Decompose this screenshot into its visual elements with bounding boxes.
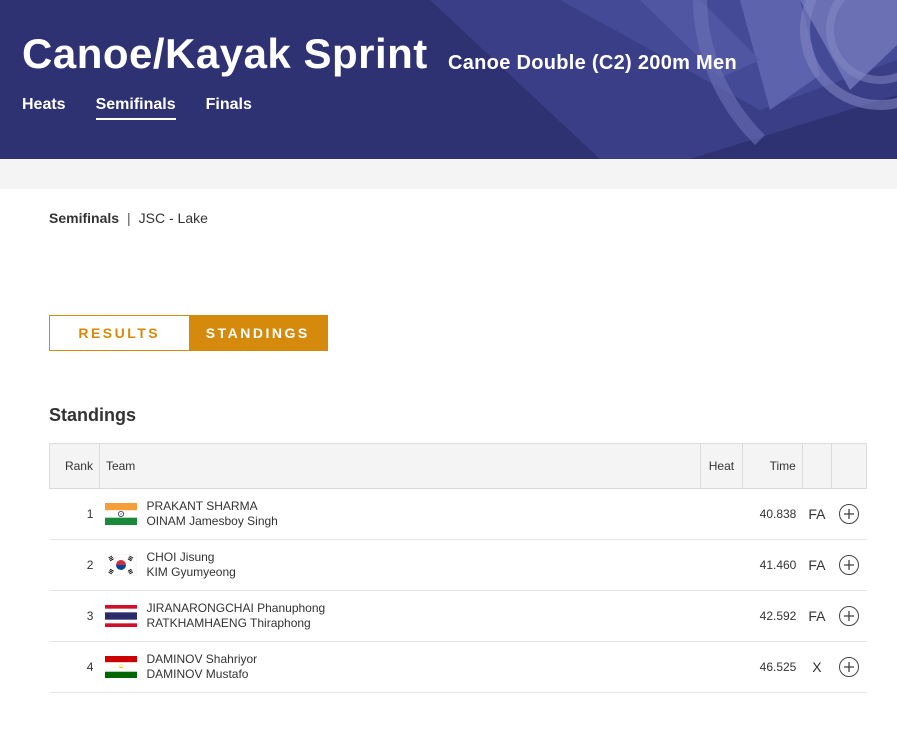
expand-row-button[interactable] <box>838 555 859 575</box>
team-cell: JIRANARONGCHAI Phanuphong RATKHAMHAENG T… <box>99 590 701 642</box>
standings-heading: Standings <box>49 405 137 425</box>
tab-finals[interactable]: Finals <box>206 96 252 120</box>
qualification-cell: FA <box>802 488 832 540</box>
sport-title: Canoe/Kayak Sprint <box>22 30 428 77</box>
expand-column-header <box>830 443 868 489</box>
qualification-cell: FA <box>802 590 832 642</box>
breadcrumb-separator: | <box>127 210 131 226</box>
breadcrumb: Semifinals | JSC - Lake <box>49 210 208 226</box>
time-cell: 41.460 <box>742 539 803 591</box>
header-decoration <box>430 0 897 159</box>
team-cell: DAMINOV Shahriyor DAMINOV Mustafo <box>99 641 701 693</box>
athlete-name: PRAKANT SHARMA <box>146 499 258 513</box>
event-header: Canoe/Kayak Sprint Canoe Double (C2) 200… <box>0 0 897 159</box>
breadcrumb-venue: JSC - Lake <box>138 210 208 226</box>
time-column-header: Time <box>741 443 803 489</box>
expand-cell <box>831 488 867 540</box>
results-standings-toggle: RESULTS STANDINGS <box>49 315 328 351</box>
heat-cell <box>700 590 743 642</box>
team-cell: CHOI Jisung KIM Gyumyeong <box>99 539 701 591</box>
plus-icon <box>843 560 854 570</box>
team-column-header: Team <box>98 443 701 489</box>
standings-table: Rank Team Heat Time 1 PRAKANT SHARMA OIN… <box>49 443 868 693</box>
team-cell: PRAKANT SHARMA OINAM Jamesboy Singh <box>99 488 701 540</box>
expand-cell <box>831 590 867 642</box>
athlete-name: OINAM Jamesboy Singh <box>146 514 278 528</box>
expand-row-button[interactable] <box>838 504 859 524</box>
rank-cell: 4 <box>49 641 100 693</box>
heat-cell <box>700 539 743 591</box>
breadcrumb-phase: Semifinals <box>49 210 120 226</box>
athlete-name: DAMINOV Shahriyor <box>146 652 258 666</box>
rank-cell: 3 <box>49 590 100 642</box>
athlete-name: DAMINOV Mustafo <box>146 667 249 681</box>
tab-semifinals[interactable]: Semifinals <box>95 96 176 120</box>
athlete-name: JIRANARONGCHAI Phanuphong <box>146 601 326 615</box>
table-row: 4 DAMINOV Shahriyor DAMINOV Mustafo 46.5… <box>49 641 867 693</box>
tab-heats[interactable]: Heats <box>22 96 66 120</box>
qualification-cell: X <box>802 641 832 693</box>
plus-icon <box>843 509 854 519</box>
time-cell: 46.525 <box>742 641 803 693</box>
rank-cell: 2 <box>49 539 100 591</box>
expand-row-button[interactable] <box>838 606 859 626</box>
table-header-row: Rank Team Heat Time <box>49 443 868 489</box>
phase-tabs: Heats Semifinals Finals <box>22 96 252 120</box>
qualification-cell: FA <box>802 539 832 591</box>
qualification-column-header <box>801 443 832 489</box>
tajikistan-flag-icon <box>105 656 138 678</box>
rank-column-header: Rank <box>49 443 100 489</box>
table-row: 3 JIRANARONGCHAI Phanuphong RATKHAMHAENG… <box>49 590 867 642</box>
time-cell: 42.592 <box>742 590 803 642</box>
header-divider-band <box>0 159 897 189</box>
expand-cell <box>831 539 867 591</box>
expand-cell <box>831 641 867 693</box>
heat-cell <box>700 641 743 693</box>
table-row: 2 CHOI Jisung KIM Gyumyeong 41.460 FA <box>49 539 867 591</box>
results-button[interactable]: RESULTS <box>50 316 189 350</box>
thailand-flag-icon <box>105 605 138 627</box>
plus-icon <box>843 662 854 672</box>
heat-cell <box>700 488 743 540</box>
time-cell: 40.838 <box>742 488 803 540</box>
event-title: Canoe Double (C2) 200m Men <box>448 52 737 74</box>
heat-column-header: Heat <box>699 443 743 489</box>
korea-flag-icon <box>105 554 138 576</box>
standings-button[interactable]: STANDINGS <box>188 316 327 350</box>
rank-cell: 1 <box>49 488 100 540</box>
india-flag-icon <box>105 503 138 525</box>
expand-row-button[interactable] <box>838 657 859 677</box>
athlete-name: CHOI Jisung <box>146 550 215 564</box>
athlete-name: RATKHAMHAENG Thiraphong <box>146 616 311 630</box>
plus-icon <box>843 611 854 621</box>
table-row: 1 PRAKANT SHARMA OINAM Jamesboy Singh 40… <box>49 488 867 540</box>
athlete-name: KIM Gyumyeong <box>146 565 236 579</box>
